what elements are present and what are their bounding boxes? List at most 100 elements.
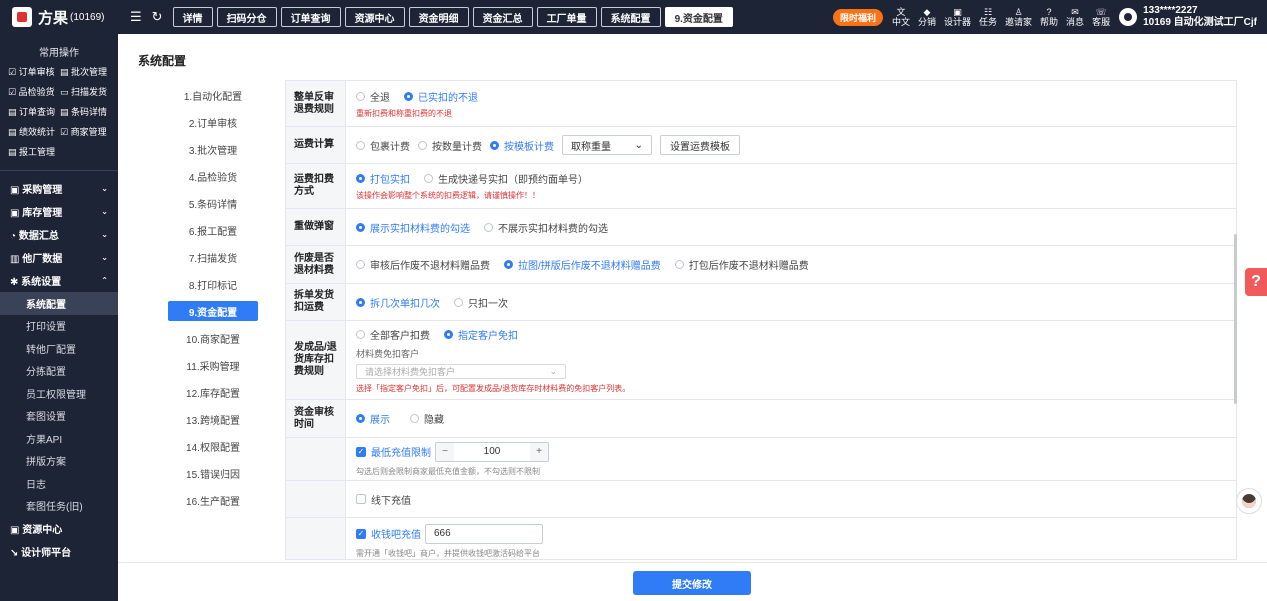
sidebar-item-7[interactable]: 拼版方案	[0, 450, 118, 473]
sidebar-group-4[interactable]: ✱ 系统设置 ⌃	[0, 269, 118, 292]
common-op-4[interactable]: ▤ 订单查询	[8, 105, 60, 118]
common-op-3[interactable]: ▭ 扫描发货	[60, 85, 112, 98]
tab-7[interactable]: 系统配置	[600, 7, 661, 27]
config-nav-item-8[interactable]: 8.打印标记	[168, 271, 258, 298]
topbar-item-6[interactable]: ✉ 消息	[1066, 7, 1084, 27]
config-nav-item-3[interactable]: 3.批次管理	[168, 136, 258, 163]
radio-show-audit-time[interactable]: 展示	[356, 411, 390, 426]
submit-button[interactable]: 提交修改	[633, 571, 751, 595]
min-recharge-stepper[interactable]: − 100 +	[435, 441, 549, 462]
radio-scrap-after-pack[interactable]: 打包后作废不退材料赠品费	[674, 257, 809, 272]
topbar-item-0[interactable]: 文中文	[892, 7, 910, 27]
topbar-item-2[interactable]: ▣ 设计器	[944, 7, 971, 27]
radio-pack-deduct[interactable]: 打包实扣	[356, 171, 410, 186]
radio-scrap-after-audit[interactable]: 审核后作废不退材料赠品费	[356, 257, 490, 272]
refresh-icon[interactable]: ↻	[152, 9, 163, 25]
config-nav-item-12[interactable]: 12.库存配置	[168, 379, 258, 406]
config-nav-item-5[interactable]: 5.条码详情	[168, 190, 258, 217]
topbar-item-3[interactable]: ☷ 任务	[979, 7, 997, 27]
sidebar-group-1[interactable]: ▣ 库存管理 ⌄	[0, 200, 118, 223]
sidebar-divider	[0, 170, 118, 171]
radio-show-material-check[interactable]: 展示实扣材料费的勾选	[356, 220, 470, 235]
min-recharge-value[interactable]: 100	[454, 446, 530, 457]
common-op-6[interactable]: ▤ 绩效统计	[8, 125, 60, 138]
radio-quantity-fee[interactable]: 按数量计费	[418, 138, 482, 153]
radio-parcel-fee[interactable]: 包裹计费	[356, 138, 410, 153]
config-nav-item-7[interactable]: 7.扫描发货	[168, 244, 258, 271]
sidebar-bottom-0[interactable]: ▣ 资源中心	[0, 517, 118, 540]
menu-icon[interactable]: ☰	[130, 9, 142, 25]
config-nav-item-4[interactable]: 4.品检验货	[168, 163, 258, 190]
sidebar-item-5[interactable]: 套图设置	[0, 405, 118, 428]
sidebar-group-0[interactable]: ▣ 采购管理 ⌄	[0, 177, 118, 200]
radio-deduct-each-split[interactable]: 拆几次单扣几次	[356, 295, 440, 310]
tab-6[interactable]: 工厂单量	[536, 7, 597, 27]
decrement-button[interactable]: −	[436, 442, 454, 461]
config-nav-item-6[interactable]: 6.报工配置	[168, 217, 258, 244]
topbar-item-label: 设计器	[943, 17, 971, 27]
help-float-button[interactable]: ?	[1245, 268, 1267, 296]
topbar-item-5[interactable]: ? 帮助	[1040, 7, 1058, 27]
tab-3[interactable]: 资源中心	[344, 7, 405, 27]
sidebar-item-8[interactable]: 日志	[0, 472, 118, 495]
config-nav-item-9[interactable]: 9.资金配置	[168, 301, 258, 321]
sidebar-item-3[interactable]: 分拣配置	[0, 360, 118, 383]
config-nav-item-2[interactable]: 2.订单审核	[168, 109, 258, 136]
common-op-7[interactable]: ☑ 商家管理	[60, 125, 112, 138]
config-nav-item-15[interactable]: 15.错误归因	[168, 460, 258, 487]
topbar-item-4[interactable]: ♙ 邀请家	[1005, 7, 1032, 27]
radio-specified-exempt[interactable]: 指定客户免扣	[444, 327, 518, 342]
freight-template-button[interactable]: 设置运费模板	[660, 135, 740, 155]
radio-hide-material-check[interactable]: 不展示实扣材料费的勾选	[484, 220, 608, 235]
topbar-item-7[interactable]: ☏ 客服	[1092, 7, 1110, 27]
promo-badge[interactable]: 限时福利	[832, 8, 883, 26]
tab-0[interactable]: 详情	[172, 7, 213, 27]
sidebar-item-1[interactable]: 打印设置	[0, 315, 118, 338]
radio-hide-audit-time[interactable]: 隐藏	[410, 411, 444, 426]
common-op-8[interactable]: ▤ 报工管理	[8, 145, 60, 158]
app-logo[interactable]: 方果 (10169)	[0, 7, 118, 28]
offline-recharge-checkbox[interactable]: 线下充值	[356, 492, 1226, 507]
shouqianba-input[interactable]: 666	[425, 523, 543, 544]
radio-refund-all[interactable]: 全退	[356, 89, 390, 104]
tab-4[interactable]: 资金明细	[408, 7, 469, 27]
sidebar-item-9[interactable]: 套图任务(旧)	[0, 495, 118, 518]
sidebar-bottom-1[interactable]: ↘ 设计师平台	[0, 540, 118, 563]
weight-select[interactable]: 取称重量 ⌄	[562, 135, 652, 155]
sidebar-item-2[interactable]: 转他厂配置	[0, 337, 118, 360]
radio-refund-not-deducted[interactable]: 已实扣的不退	[404, 89, 478, 104]
radio-scrap-after-imposition[interactable]: 拉图/拼版后作废不退材料赠品费	[504, 257, 661, 272]
shouqianba-checkbox[interactable]: ✓ 收钱吧充值	[356, 526, 421, 541]
radio-deduct-once[interactable]: 只扣一次	[454, 295, 508, 310]
tab-2[interactable]: 订单查询	[280, 7, 341, 27]
sidebar-item-6[interactable]: 方果API	[0, 427, 118, 450]
sidebar-group-2[interactable]: ◔ 数据汇总 ⌄	[0, 223, 118, 246]
sidebar-item-0[interactable]: 系统配置	[0, 292, 118, 315]
tab-5[interactable]: 资金汇总	[472, 7, 533, 27]
user-menu[interactable]: 133****2227 10169 自动化测试工厂Cjf	[1119, 5, 1257, 29]
sidebar-group-label: ▣ 采购管理	[10, 185, 63, 196]
config-nav-item-11[interactable]: 11.采购管理	[168, 352, 258, 379]
tab-8[interactable]: 9.资金配置	[664, 7, 733, 27]
common-op-2[interactable]: ☑ 品检验货	[8, 85, 60, 98]
exempt-customer-select[interactable]: 请选择材料费免扣客户 ⌄	[356, 364, 566, 379]
increment-button[interactable]: +	[530, 442, 548, 461]
config-nav-item-16[interactable]: 16.生产配置	[168, 487, 258, 514]
common-op-5[interactable]: ▤ 条码详情	[60, 105, 112, 118]
radio-express-deduct[interactable]: 生成快递号实扣（即预约面单号）	[424, 171, 588, 186]
sidebar-item-4[interactable]: 员工权限管理	[0, 382, 118, 405]
common-op-1[interactable]: ▤ 批次管理	[60, 65, 112, 78]
radio-all-customers-charged[interactable]: 全部客户扣费	[356, 327, 430, 342]
common-op-0[interactable]: ☑ 订单审核	[8, 65, 60, 78]
tab-1[interactable]: 扫码分仓	[216, 7, 277, 27]
config-nav-item-10[interactable]: 10.商家配置	[168, 325, 258, 352]
assistant-avatar-icon[interactable]	[1236, 488, 1262, 514]
config-nav-item-13[interactable]: 13.跨境配置	[168, 406, 258, 433]
radio-template-fee[interactable]: 按模板计费	[490, 138, 554, 153]
config-nav-item-1[interactable]: 1.自动化配置	[168, 82, 258, 109]
sidebar-group-3[interactable]: ▥ 他厂数据 ⌄	[0, 246, 118, 269]
scrollbar[interactable]	[1234, 234, 1237, 404]
min-recharge-checkbox[interactable]: ✓ 最低充值限制	[356, 444, 431, 459]
config-nav-item-14[interactable]: 14.权限配置	[168, 433, 258, 460]
topbar-item-1[interactable]: ◆ 分销	[918, 7, 936, 27]
